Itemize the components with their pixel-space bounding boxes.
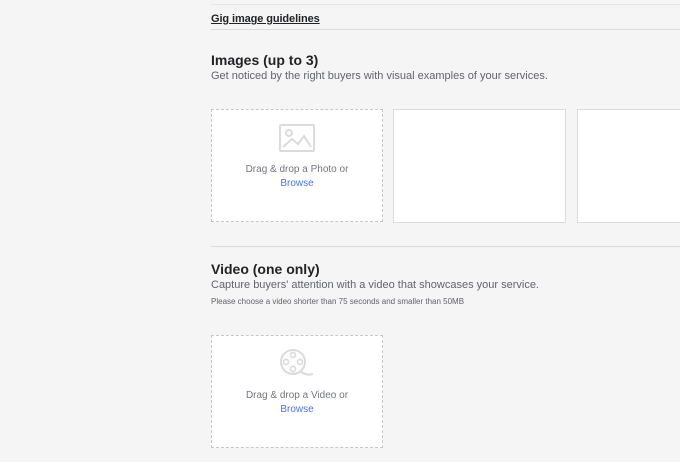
photo-dropzone-text: Drag & drop a Photo or (245, 164, 349, 175)
divider (211, 29, 680, 30)
video-section-title: Video (one only) (211, 261, 320, 277)
photo-icon (279, 124, 315, 157)
images-section-subtitle: Get noticed by the right buyers with vis… (211, 70, 548, 82)
image-slot-2[interactable] (393, 109, 566, 223)
film-reel-icon (279, 348, 315, 383)
photo-dropzone[interactable]: Drag & drop a Photo or Browse (211, 109, 383, 222)
video-section-note: Please choose a video shorter than 75 se… (211, 297, 465, 306)
photo-browse-link[interactable]: Browse (280, 177, 313, 191)
video-dropzone[interactable]: Drag & drop a Video or Browse (211, 335, 383, 448)
video-browse-link[interactable]: Browse (280, 403, 313, 417)
divider (211, 246, 680, 247)
gig-gallery-page: Gig image guidelines Images (up to 3) Ge… (0, 0, 680, 462)
image-slot-3[interactable] (577, 109, 680, 223)
images-section-title: Images (up to 3) (211, 52, 319, 68)
gig-image-guidelines-link[interactable]: Gig image guidelines (211, 13, 320, 25)
video-dropzone-text: Drag & drop a Video or (245, 390, 349, 401)
top-strip (211, 0, 680, 5)
video-section-subtitle: Capture buyers' attention with a video t… (211, 279, 539, 291)
